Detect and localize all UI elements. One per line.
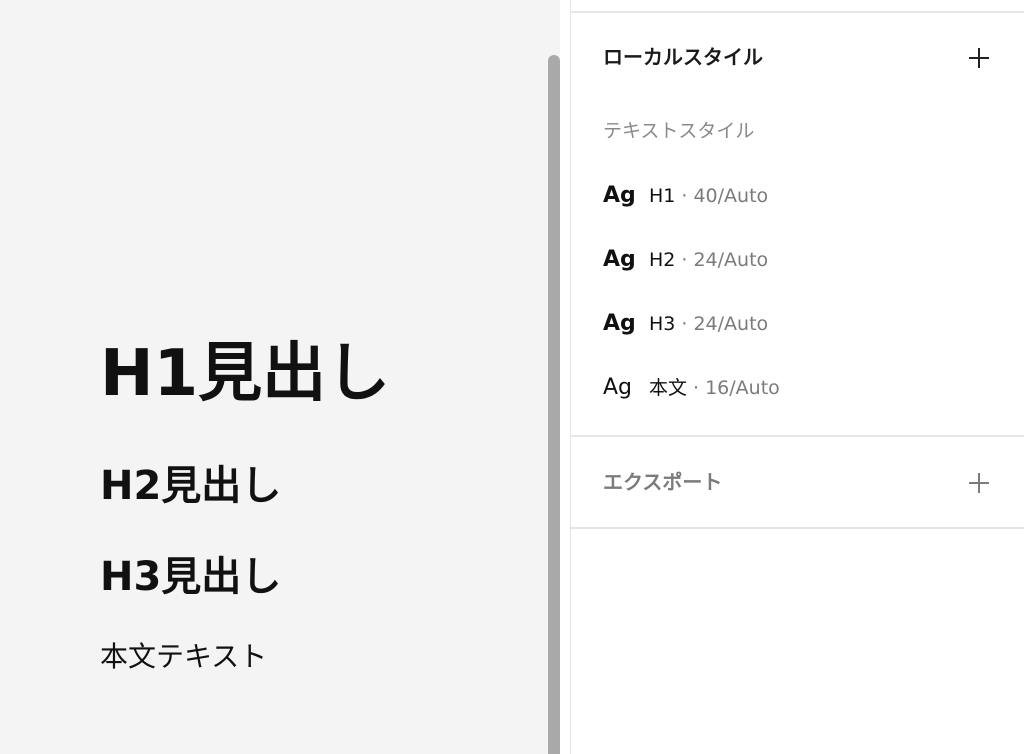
style-meta: · 40/Auto	[681, 184, 769, 207]
text-style-row-h2[interactable]: Ag H2 · 24/Auto	[603, 240, 983, 280]
text-style-row-body[interactable]: Ag 本文 · 16/Auto	[603, 368, 983, 408]
add-local-style-button[interactable]	[965, 44, 993, 72]
text-style-row-h1[interactable]: Ag H1 · 40/Auto	[603, 176, 983, 216]
style-meta: · 24/Auto	[681, 248, 769, 271]
style-name: H2	[649, 248, 676, 271]
plus-icon	[965, 469, 993, 497]
style-preview-ag: Ag	[603, 247, 636, 272]
text-style-row-h3[interactable]: Ag H3 · 24/Auto	[603, 304, 983, 344]
style-preview-ag: Ag	[603, 311, 636, 336]
style-meta: · 16/Auto	[693, 376, 780, 399]
canvas-h2-text[interactable]: H2見出し	[100, 466, 281, 506]
canvas-h1-text[interactable]: H1見出し	[100, 342, 390, 406]
local-styles-title: ローカルスタイル	[603, 45, 763, 69]
canvas-body-text[interactable]: 本文テキスト	[100, 643, 267, 671]
properties-panel: ローカルスタイル テキストスタイル Ag H1 · 40/Auto Ag H2 …	[570, 0, 1024, 754]
text-styles-subtitle: テキストスタイル	[603, 120, 755, 142]
export-title: エクスポート	[603, 470, 723, 494]
editor-window: H1見出し H2見出し H3見出し 本文テキスト ローカルスタイル テキストスタ…	[0, 0, 1024, 754]
style-preview-ag: Ag	[603, 183, 636, 208]
style-name: H3	[649, 312, 676, 335]
canvas[interactable]: H1見出し H2見出し H3見出し 本文テキスト	[0, 0, 560, 754]
style-preview-ag: Ag	[603, 375, 633, 400]
add-export-button[interactable]	[965, 469, 993, 497]
plus-icon	[965, 44, 993, 72]
canvas-h3-text[interactable]: H3見出し	[100, 557, 281, 597]
style-meta: · 24/Auto	[681, 312, 769, 335]
panel-divider-export	[571, 435, 1024, 437]
style-name: H1	[649, 184, 676, 207]
panel-divider-top	[571, 11, 1024, 13]
style-name: 本文	[649, 376, 688, 399]
panel-divider-bottom	[571, 527, 1024, 529]
canvas-scrollbar[interactable]	[548, 55, 560, 754]
